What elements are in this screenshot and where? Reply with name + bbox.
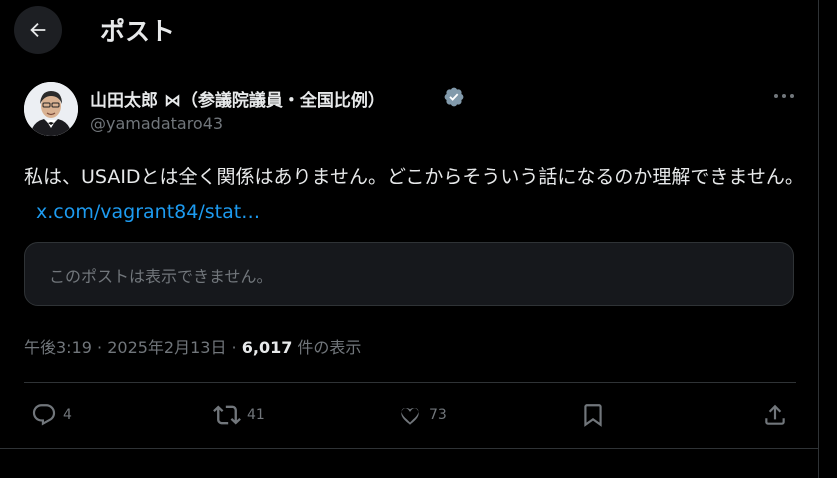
bookmark-button[interactable] [580,401,606,429]
tweet-time[interactable]: 午後3:19 [24,338,92,357]
column-divider [818,0,819,478]
views-count[interactable]: 6,017 [242,338,293,357]
views-label: 件の表示 [292,338,362,357]
tweet-body: 私は、USAIDとは全く関係はありません。どこからそういう話になるのか理解できま… [24,166,804,188]
reply-button[interactable]: 4 [31,401,72,429]
like-button[interactable]: 73 [397,401,447,429]
tweet-link[interactable]: x.com/vagrant84/stat… [36,201,260,223]
repost-button[interactable]: 41 [213,401,265,429]
verified-badge-icon[interactable] [443,86,465,108]
back-button[interactable] [14,6,62,54]
heart-icon [401,407,419,425]
share-icon [765,404,785,425]
more-horizontal-icon [774,94,794,98]
reply-icon [32,404,56,426]
share-button[interactable] [762,401,788,429]
meta-separator-2: · [226,338,242,357]
avatar[interactable] [24,82,78,136]
quoted-post-unavailable: このポストは表示できません。 [24,242,794,306]
tweet-text: 私は、USAIDとは全く関係はありません。どこからそういう話になるのか理解できま… [24,160,804,230]
author-handle[interactable]: @yamadataro43 [90,114,223,133]
tweet-date[interactable]: 2025年2月13日 [107,338,226,357]
bottom-divider [0,448,818,449]
more-options-button[interactable] [770,84,798,108]
page-title: ポスト [100,17,176,46]
divider [24,382,796,383]
header: ポスト [0,0,818,60]
repost-count: 41 [247,407,265,423]
avatar-image [24,82,78,136]
reply-count: 4 [63,407,72,423]
unavailable-notice: このポストは表示できません。 [49,267,273,286]
tweet-meta: 午後3:19 · 2025年2月13日 · 6,017 件の表示 [24,334,361,358]
meta-separator: · [91,338,108,357]
author-name[interactable]: 山田太郎 ⋈（参議院議員・全国比例） [90,86,385,111]
like-count: 73 [429,407,447,423]
arrow-left-icon [30,22,46,38]
repost-icon [213,405,241,425]
bookmark-icon [584,404,602,427]
